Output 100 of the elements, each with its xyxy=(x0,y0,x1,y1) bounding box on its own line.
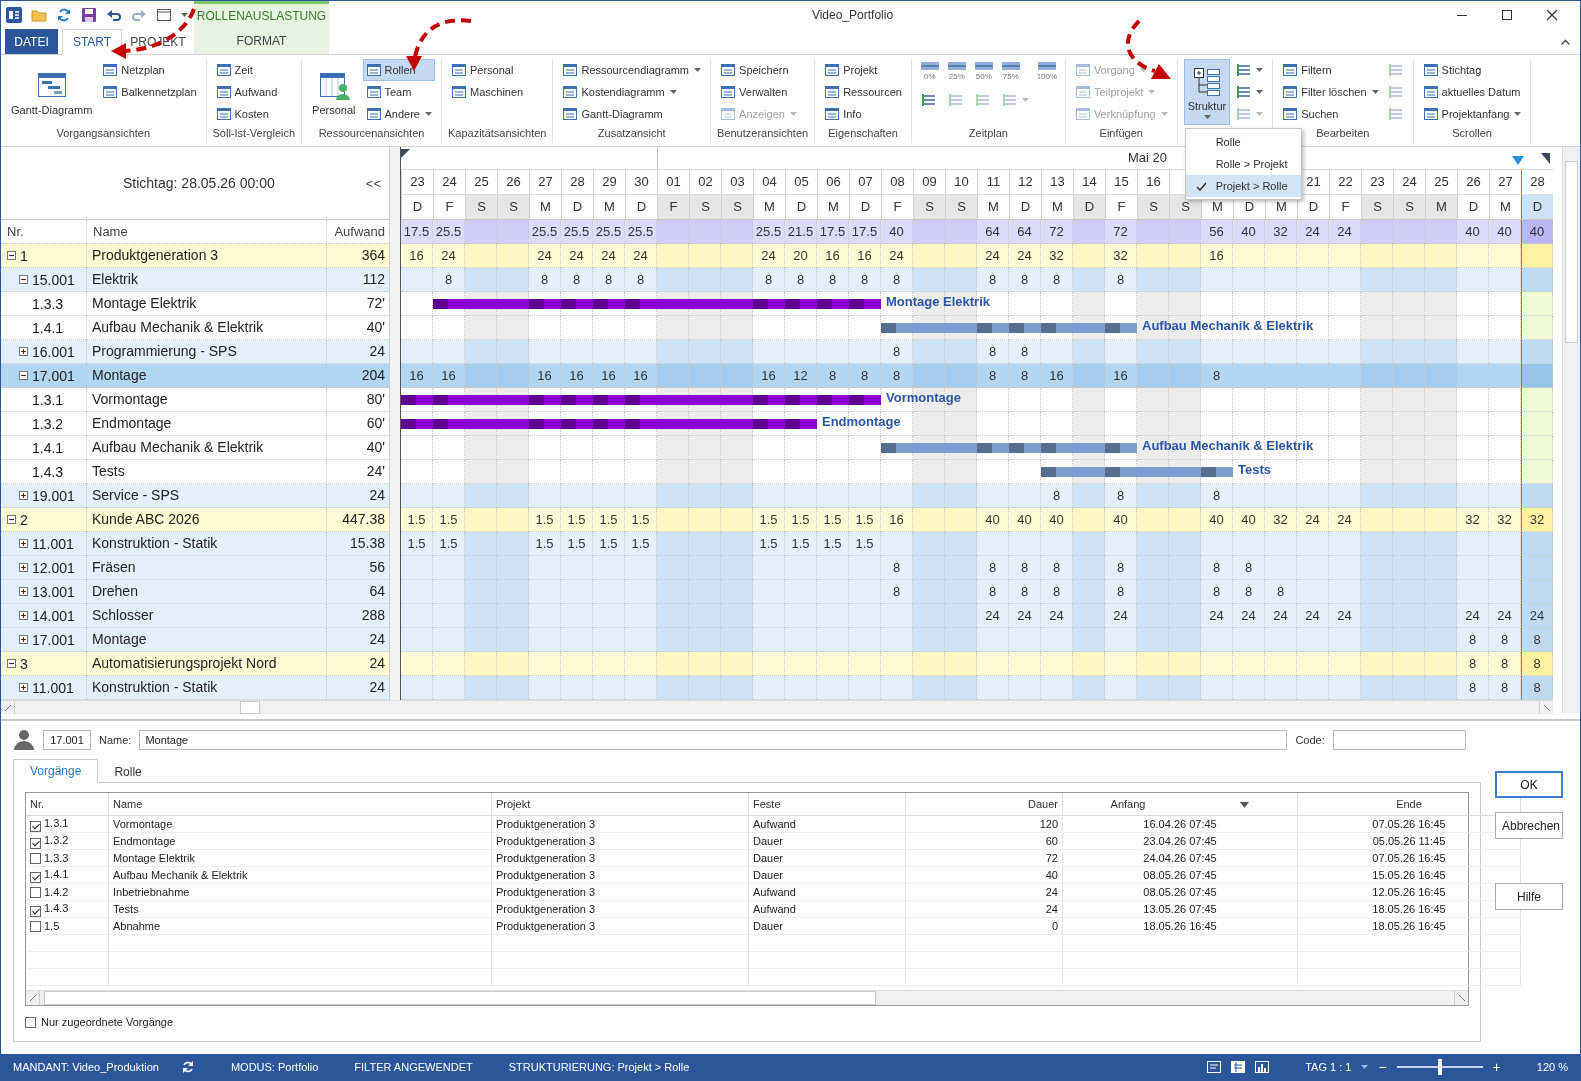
ribbon-button[interactable]: Gantt-Diagramm xyxy=(559,103,705,125)
collapse-icon[interactable] xyxy=(19,371,28,380)
ribbon-button[interactable]: Projekt xyxy=(821,59,905,81)
expand-icon[interactable] xyxy=(19,587,28,596)
checkbox[interactable] xyxy=(30,887,41,898)
checkbox[interactable] xyxy=(30,921,41,932)
ribbon-button[interactable]: Team xyxy=(362,81,435,103)
column-header[interactable]: Projekt xyxy=(491,793,749,816)
column-header[interactable]: Feste xyxy=(748,793,906,816)
ribbon-button[interactable]: aktuelles Datum xyxy=(1419,81,1525,103)
table-row[interactable]: 1.4.1 Aufbau Mechanik & Elektrik 40' xyxy=(1,316,389,340)
ribbon-button[interactable]: 75% xyxy=(998,59,1023,83)
close-icon[interactable] xyxy=(1546,8,1558,21)
ribbon-button[interactable]: Ressourcen xyxy=(821,81,905,103)
horizontal-scrollbar[interactable] xyxy=(26,990,1468,1005)
expand-icon[interactable] xyxy=(19,539,28,548)
table-row[interactable]: 11.001 Konstruktion - Statik 24 xyxy=(1,676,389,700)
expand-icon[interactable] xyxy=(19,347,28,356)
table-row[interactable]: 11.001 Konstruktion - Statik 15.38 xyxy=(1,532,389,556)
table-row[interactable]: 1.4.1 Aufbau Mechanik & Elektrik 40' xyxy=(1,436,389,460)
expand-icon[interactable] xyxy=(19,491,28,500)
grid-view-icon[interactable] xyxy=(1231,1061,1246,1073)
refresh-icon[interactable] xyxy=(180,1060,195,1074)
table-row[interactable]: 19.001 Service - SPS 24 xyxy=(1,484,389,508)
ribbon-button[interactable]: Filtern xyxy=(1279,59,1382,81)
ribbon-button[interactable]: Personal xyxy=(308,59,360,125)
table-row[interactable]: 13.001 Drehen 64 xyxy=(1,580,389,604)
checkbox[interactable] xyxy=(30,853,41,864)
expand-icon[interactable] xyxy=(19,635,28,644)
tab[interactable]: Rolle xyxy=(98,762,158,782)
ribbon-button[interactable]: 100% xyxy=(1034,59,1059,83)
ribbon-button[interactable]: Struktur xyxy=(1183,59,1231,125)
table-row[interactable]: 1.4.3 Tests 24' xyxy=(1,460,389,484)
checkbox[interactable] xyxy=(30,905,41,917)
dialog-button[interactable]: OK xyxy=(1495,771,1563,798)
menu-item[interactable]: Rolle xyxy=(1185,131,1301,153)
view-icon[interactable] xyxy=(1207,1061,1222,1073)
menu-item[interactable]: Projekt > Rolle xyxy=(1185,175,1301,197)
checkbox[interactable] xyxy=(30,820,41,832)
horizontal-scrollbar[interactable] xyxy=(1,700,1553,714)
checkbox[interactable] xyxy=(30,871,41,883)
splitter[interactable] xyxy=(389,147,401,700)
table-row[interactable]: 1.3.3 Montage Elektrik 72' xyxy=(1,292,389,316)
table-row[interactable]: 1 Produktgeneration 3 364 xyxy=(1,244,389,268)
table-row[interactable]: 1.3.1 Vormontage 80' xyxy=(1,388,389,412)
ribbon-button[interactable]: Balkennetzplan xyxy=(99,81,200,103)
ribbon-button[interactable]: Rollen xyxy=(362,59,435,81)
checkbox[interactable] xyxy=(25,1016,36,1028)
ribbon-button[interactable]: Netzplan xyxy=(99,59,200,81)
maximize-icon[interactable] xyxy=(1501,8,1513,21)
zoom-in-button[interactable]: + xyxy=(1492,1059,1501,1075)
column-header[interactable]: Name xyxy=(108,793,492,816)
slider-thumb[interactable] xyxy=(1437,1059,1442,1075)
ribbon-button[interactable]: Andere xyxy=(362,103,435,125)
scroll-back-button[interactable]: << xyxy=(363,175,383,191)
ribbon-button[interactable]: Maschinen xyxy=(448,81,527,103)
expand-icon[interactable] xyxy=(19,563,28,572)
ribbon-button[interactable]: Filter löschen xyxy=(1279,81,1382,103)
dialog-button[interactable]: Hilfe xyxy=(1495,883,1563,910)
caret-icon[interactable] xyxy=(1361,1065,1369,1069)
ribbon-button[interactable]: Stichtag xyxy=(1419,59,1525,81)
input-field[interactable] xyxy=(1332,730,1466,750)
table-row[interactable]: 17.001 Montage 24 xyxy=(1,628,389,652)
ribbon-button[interactable]: Speichern xyxy=(717,59,800,81)
refresh-icon[interactable] xyxy=(56,6,72,23)
collapse-icon[interactable] xyxy=(7,515,16,524)
collapse-icon[interactable] xyxy=(7,659,16,668)
table-row[interactable]: 1.3.2 Endmontage 60' xyxy=(1,412,389,436)
collapse-ribbon-icon[interactable] xyxy=(1561,39,1570,45)
ribbon-button[interactable]: Personal xyxy=(448,59,527,81)
ribbon-button[interactable]: Verwalten xyxy=(717,81,800,103)
chart-view-icon[interactable] xyxy=(1255,1061,1270,1073)
ribbon-button[interactable]: 50% xyxy=(971,59,996,83)
collapse-icon[interactable] xyxy=(19,275,28,284)
ribbon-tab[interactable]: DATEI xyxy=(5,29,58,54)
ribbon-button[interactable]: Suchen xyxy=(1279,103,1382,125)
ribbon-button[interactable]: Gantt-Diagramm xyxy=(7,59,97,125)
save-icon[interactable] xyxy=(81,6,97,23)
frame-icon[interactable] xyxy=(156,6,172,23)
table-row[interactable]: 2 Kunde ABC 2026 447.38 xyxy=(1,508,389,532)
ribbon-button[interactable]: 0% xyxy=(917,59,942,83)
ribbon-button[interactable]: Zeit xyxy=(212,59,281,81)
zoom-out-button[interactable]: − xyxy=(1378,1059,1387,1075)
vertical-scrollbar[interactable] xyxy=(1562,147,1580,713)
collapse-icon[interactable] xyxy=(7,251,16,260)
ribbon-button[interactable]: 25% xyxy=(944,59,969,83)
dialog-button[interactable]: Abbrechen xyxy=(1495,812,1563,839)
tab[interactable]: Vorgänge xyxy=(13,759,99,783)
table-row[interactable]: 14.001 Schlosser 288 xyxy=(1,604,389,628)
ribbon-button[interactable]: Aufwand xyxy=(212,81,281,103)
column-header[interactable]: Dauer xyxy=(905,793,1063,816)
table-row[interactable]: 15.001 Elektrik 112 xyxy=(1,268,389,292)
column-header[interactable]: Nr. xyxy=(26,793,109,816)
expand-icon[interactable] xyxy=(19,683,28,692)
ribbon-tab[interactable]: FORMAT xyxy=(194,27,329,54)
ribbon-button[interactable]: Kostendiagramm xyxy=(559,81,705,103)
table-row[interactable]: 16.001 Programmierung - SPS 24 xyxy=(1,340,389,364)
caret-icon[interactable] xyxy=(181,12,188,17)
checkbox[interactable] xyxy=(30,837,41,849)
app-icon[interactable] xyxy=(6,6,22,23)
